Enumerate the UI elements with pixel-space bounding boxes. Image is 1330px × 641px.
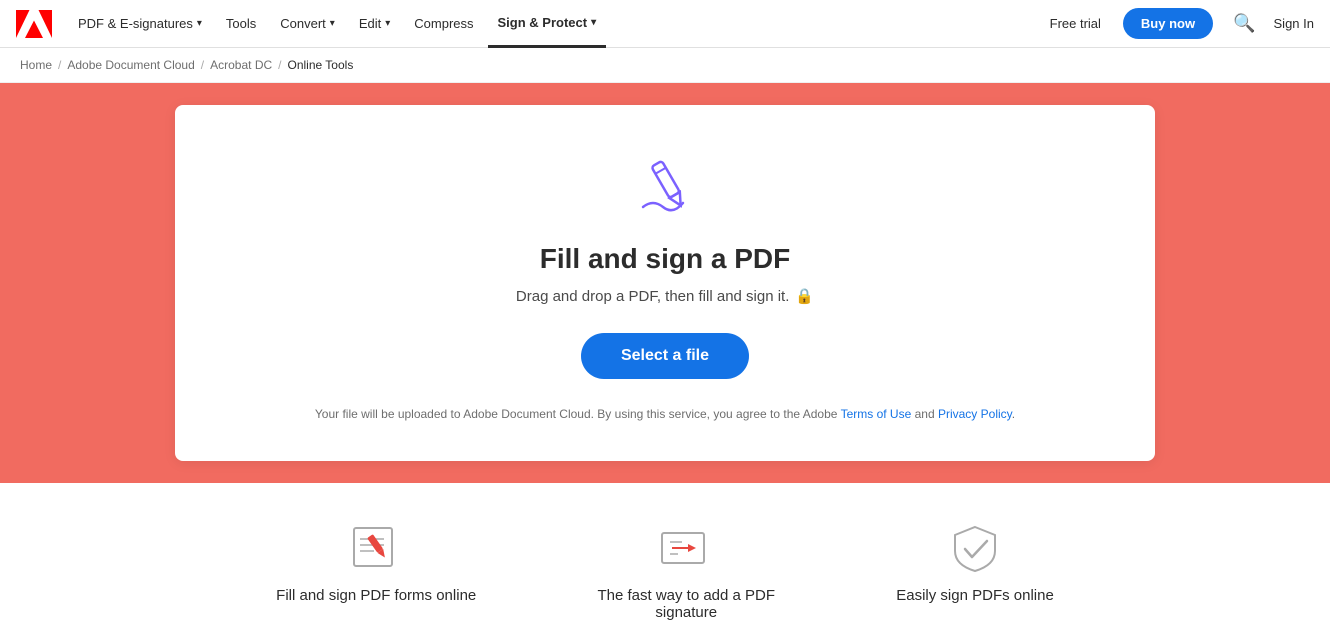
- feature-fill-sign-forms: Fill and sign PDF forms online: [276, 523, 476, 621]
- nav-sign-in[interactable]: Sign In: [1274, 16, 1314, 31]
- adobe-logo[interactable]: [16, 10, 52, 38]
- nav-tools[interactable]: Tools: [216, 0, 266, 48]
- feature-add-signature: The fast way to add a PDF signature: [576, 523, 796, 621]
- breadcrumb-sep-1: /: [58, 58, 61, 72]
- search-icon[interactable]: 🔍: [1233, 13, 1255, 34]
- breadcrumb-home[interactable]: Home: [20, 58, 52, 72]
- breadcrumb-acrobat-dc[interactable]: Acrobat DC: [210, 58, 272, 72]
- hero-title: Fill and sign a PDF: [540, 243, 790, 275]
- nav-sign-protect[interactable]: Sign & Protect▾: [488, 0, 607, 48]
- feature-2-title: The fast way to add a PDF signature: [576, 587, 796, 621]
- feature-1-title: Fill and sign PDF forms online: [276, 587, 476, 604]
- feature-easily-sign: Easily sign PDFs online: [896, 523, 1054, 621]
- fill-sign-forms-icon: [346, 523, 406, 573]
- navbar: PDF & E-signatures▾ Tools Convert▾ Edit▾…: [0, 0, 1330, 48]
- hero-card: Fill and sign a PDF Drag and drop a PDF,…: [175, 105, 1155, 461]
- easily-sign-icon: [945, 523, 1005, 573]
- add-signature-icon: [656, 523, 716, 573]
- nav-convert[interactable]: Convert▾: [270, 0, 345, 48]
- nav-pdf-esignatures[interactable]: PDF & E-signatures▾: [68, 0, 212, 48]
- terms-of-use-link[interactable]: Terms of Use: [841, 407, 912, 421]
- breadcrumb-sep-3: /: [278, 58, 281, 72]
- nav-edit[interactable]: Edit▾: [349, 0, 400, 48]
- breadcrumb-sep-2: /: [201, 58, 204, 72]
- nav-compress[interactable]: Compress: [404, 0, 483, 48]
- hero-section: Fill and sign a PDF Drag and drop a PDF,…: [0, 83, 1330, 483]
- fill-sign-icon: [625, 145, 705, 225]
- nav-buy-now-button[interactable]: Buy now: [1123, 8, 1213, 39]
- hero-legal-text: Your file will be uploaded to Adobe Docu…: [315, 407, 1015, 421]
- nav-free-trial[interactable]: Free trial: [1040, 16, 1111, 31]
- breadcrumb: Home / Adobe Document Cloud / Acrobat DC…: [0, 48, 1330, 83]
- select-file-button[interactable]: Select a file: [581, 333, 749, 379]
- privacy-policy-link[interactable]: Privacy Policy: [938, 407, 1012, 421]
- feature-3-title: Easily sign PDFs online: [896, 587, 1054, 604]
- breadcrumb-current: Online Tools: [288, 58, 354, 72]
- features-section: Fill and sign PDF forms online The fast …: [0, 483, 1330, 641]
- breadcrumb-document-cloud[interactable]: Adobe Document Cloud: [67, 58, 194, 72]
- lock-icon: 🔒: [795, 287, 814, 305]
- hero-subtitle: Drag and drop a PDF, then fill and sign …: [516, 287, 814, 305]
